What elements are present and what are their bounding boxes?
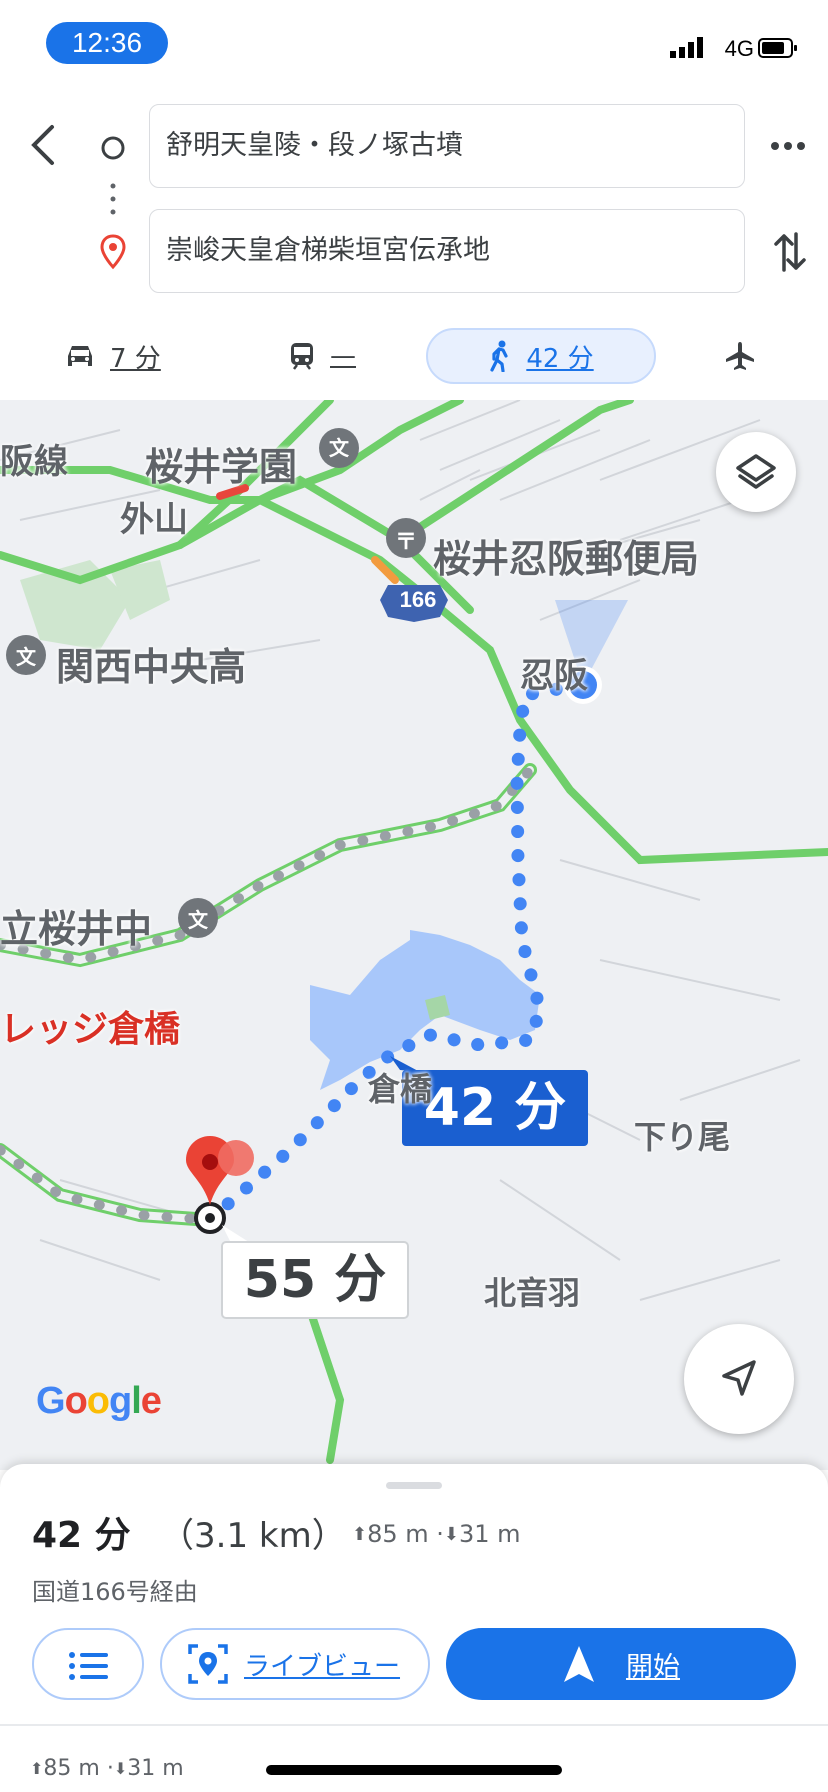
- map-label: レッジ倉橋: [0, 1009, 181, 1050]
- footer-elevation: ⬆ 85 m · ⬇ 31 m: [30, 1756, 184, 1781]
- tab-flight[interactable]: [724, 328, 780, 384]
- network-type: 4G: [724, 36, 754, 61]
- tab-walk[interactable]: 42 分: [426, 328, 656, 384]
- list-icon: [69, 1652, 108, 1680]
- school-icon: 文: [329, 436, 349, 460]
- elevation-up-icon: ⬆: [30, 1759, 44, 1778]
- car-icon: [68, 346, 92, 366]
- walk-icon: [490, 340, 508, 372]
- school-icon: 文: [16, 645, 36, 669]
- plane-icon: [726, 342, 754, 370]
- elevation-down-icon: ⬇: [113, 1759, 128, 1778]
- destination-pin-icon: [100, 234, 126, 270]
- tab-drive[interactable]: 7 分: [64, 328, 184, 384]
- steps-button[interactable]: [32, 1628, 144, 1700]
- summary-duration: 42 分: [32, 1515, 131, 1556]
- layers-icon: [736, 454, 776, 489]
- swap-icon[interactable]: [772, 230, 808, 274]
- map-label: 忍阪: [520, 656, 588, 696]
- drag-handle[interactable]: [386, 1482, 442, 1489]
- map-label: 下り尾: [634, 1118, 731, 1156]
- elevation-down-icon: ⬇: [443, 1523, 459, 1545]
- my-location-button[interactable]: [684, 1324, 794, 1434]
- map-label: 外山: [120, 500, 188, 540]
- map-label: 北音羽: [484, 1274, 581, 1312]
- tab-walk-label: 42 分: [526, 343, 594, 374]
- elevation-up-icon: ⬆: [352, 1523, 368, 1545]
- map-label: 桜井忍阪郵便局: [433, 537, 700, 581]
- navigate-arrow-icon: [564, 1646, 594, 1682]
- start-button[interactable]: 開始: [446, 1628, 796, 1700]
- post-office-icon: 〒: [394, 530, 417, 555]
- liveview-label: ライブビュー: [244, 1651, 401, 1682]
- map-view[interactable]: 文 〒 文 文 阪線 桜井学園 外山 桜井忍阪郵便局 166 関西中央高 忍阪 …: [0, 400, 828, 1470]
- origin-circle-icon: [101, 136, 125, 160]
- start-label: 開始: [626, 1651, 680, 1683]
- train-icon: [291, 343, 313, 370]
- destination-field[interactable]: 崇峻天皇倉梯柴垣宮伝承地: [149, 209, 745, 293]
- signal-icon: [670, 37, 703, 58]
- map-label: 関西中央高: [56, 645, 247, 689]
- origin-field[interactable]: 舒明天皇陵・段ノ塚古墳: [149, 104, 745, 188]
- school-icon: 文: [188, 908, 208, 932]
- alt-route-duration-badge[interactable]: 55 分: [222, 1242, 408, 1318]
- back-icon[interactable]: [28, 124, 60, 166]
- google-logo: Google: [36, 1380, 162, 1422]
- liveview-icon: [188, 1644, 228, 1684]
- navigation-arrow-icon: [722, 1360, 756, 1396]
- status-time: 12:36: [46, 22, 168, 64]
- tab-transit[interactable]: —: [288, 328, 388, 384]
- route-duration-badge[interactable]: 42 分: [402, 1070, 588, 1146]
- tab-transit-label: —: [330, 341, 356, 371]
- summary-via: 国道166号経由: [32, 1578, 198, 1606]
- divider: [0, 1724, 828, 1726]
- liveview-button[interactable]: ライブビュー: [160, 1628, 430, 1700]
- home-indicator: [266, 1765, 562, 1775]
- tab-drive-label: 7 分: [110, 343, 161, 374]
- battery-icon: [758, 38, 797, 58]
- route-dots-icon: [110, 183, 116, 215]
- route-shield-label: 166: [399, 587, 437, 612]
- more-icon[interactable]: [770, 140, 806, 152]
- summary-distance: （3.1 km）: [160, 1516, 346, 1556]
- map-label: 阪線: [0, 442, 68, 482]
- summary-elevation: ⬆ 85 m · ⬇ 31 m: [352, 1520, 521, 1548]
- layers-button[interactable]: [716, 432, 796, 512]
- map-label: 桜井学園: [145, 445, 298, 489]
- map-label: 立桜井中: [0, 907, 153, 951]
